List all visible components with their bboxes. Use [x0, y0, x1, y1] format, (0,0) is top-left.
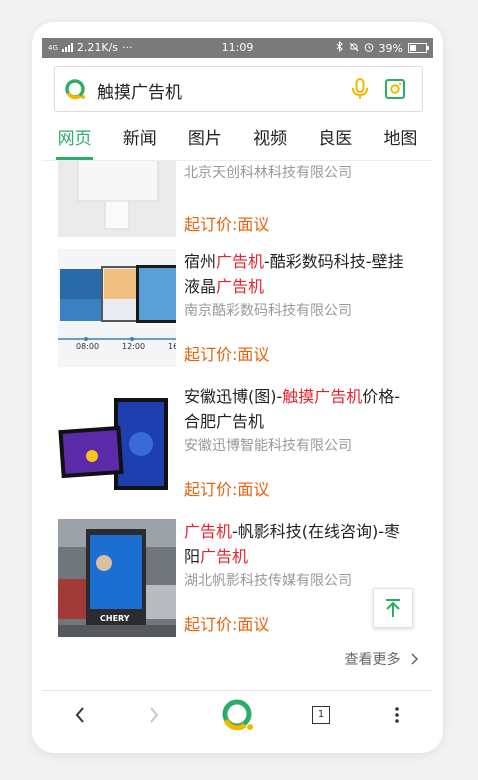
browser-logo-icon [65, 79, 85, 100]
more-vertical-icon [395, 707, 399, 723]
tab-doctor[interactable]: 良医 [303, 118, 368, 160]
alarm-icon [364, 42, 374, 55]
microphone-icon[interactable] [350, 77, 370, 101]
menu-button[interactable] [367, 691, 427, 738]
browser-screen: 4G 2.21K/s ··· 11:09 39% 触摸广告机 网页 新闻 图片 … [42, 38, 433, 738]
tabs-button[interactable]: 1 [291, 691, 351, 738]
camera-search-icon[interactable] [384, 78, 406, 100]
chevron-right-icon [150, 707, 159, 723]
result-title[interactable]: 宿州广告机-酷彩数码科技-壁挂液晶广告机 [184, 249, 416, 299]
tab-web[interactable]: 网页 [42, 118, 107, 160]
brand-label: CHERY [100, 614, 130, 623]
battery-percent: 39% [378, 41, 403, 55]
search-header: 触摸广告机 [42, 58, 433, 118]
tab-count-badge: 1 [312, 706, 330, 724]
list-item[interactable]: CHERY 广告机-帆影科技(在线咨询)-枣阳广告机 湖北帆影科技传媒有限公司 … [58, 519, 423, 639]
company-name: 南京酷彩数码科技有限公司 [184, 303, 352, 319]
tab-map[interactable]: 地图 [368, 118, 433, 160]
result-title[interactable]: 广告机-帆影科技(在线咨询)-枣阳广告机 [184, 519, 416, 569]
product-image [58, 161, 176, 237]
chevron-right-icon [411, 653, 419, 665]
back-button[interactable] [50, 691, 110, 738]
search-input[interactable]: 触摸广告机 [97, 78, 182, 103]
category-tabs: 网页 新闻 图片 视频 良医 地图 [42, 118, 433, 161]
list-item[interactable]: 安徽迅博(图)-触摸广告机价格-合肥广告机 安徽迅博智能科技有限公司 起订价:面… [58, 384, 423, 504]
price-label: 起订价:面议 [184, 345, 270, 364]
tab-news[interactable]: 新闻 [107, 118, 172, 160]
mute-icon [349, 42, 359, 55]
see-more-link[interactable]: 查看更多 [345, 649, 419, 669]
timeline-label: 08:00 [76, 342, 100, 351]
status-bar: 4G 2.21K/s ··· 11:09 39% [42, 38, 433, 58]
timeline-label: 12:00 [122, 342, 146, 351]
list-item[interactable]: 北京天创科林科技有限公司 起订价:面议 [58, 161, 423, 239]
home-button[interactable] [208, 691, 268, 738]
chevron-left-icon [75, 707, 84, 723]
price-label: 起订价:面议 [184, 480, 270, 499]
browser-logo-icon [222, 699, 253, 731]
company-name: 北京天创科林科技有限公司 [184, 165, 352, 181]
search-box[interactable]: 触摸广告机 [54, 66, 423, 112]
price-label: 起订价:面议 [184, 615, 270, 634]
back-to-top-button[interactable] [373, 588, 413, 628]
bluetooth-icon [336, 40, 344, 55]
product-image: 08:00 12:00 16 [58, 249, 176, 367]
tab-video[interactable]: 视频 [238, 118, 303, 160]
product-image [58, 384, 176, 502]
tab-images[interactable]: 图片 [172, 118, 237, 160]
forward-button[interactable] [124, 691, 184, 738]
company-name: 安徽迅博智能科技有限公司 [184, 438, 352, 454]
battery-icon [408, 43, 429, 53]
arrow-up-icon [386, 599, 400, 617]
results-list: 北京天创科林科技有限公司 起订价:面议 08:00 12:00 16 宿州广告机… [42, 161, 433, 711]
timeline-label: 16 [168, 342, 176, 351]
phone-frame: 4G 2.21K/s ··· 11:09 39% 触摸广告机 网页 新闻 图片 … [32, 22, 443, 753]
product-image: CHERY [58, 519, 176, 637]
result-title[interactable]: 安徽迅博(图)-触摸广告机价格-合肥广告机 [184, 384, 416, 434]
price-label: 起订价:面议 [184, 215, 270, 234]
list-item[interactable]: 08:00 12:00 16 宿州广告机-酷彩数码科技-壁挂液晶广告机 南京酷彩… [58, 249, 423, 369]
bottom-navigation: 1 [42, 690, 433, 738]
